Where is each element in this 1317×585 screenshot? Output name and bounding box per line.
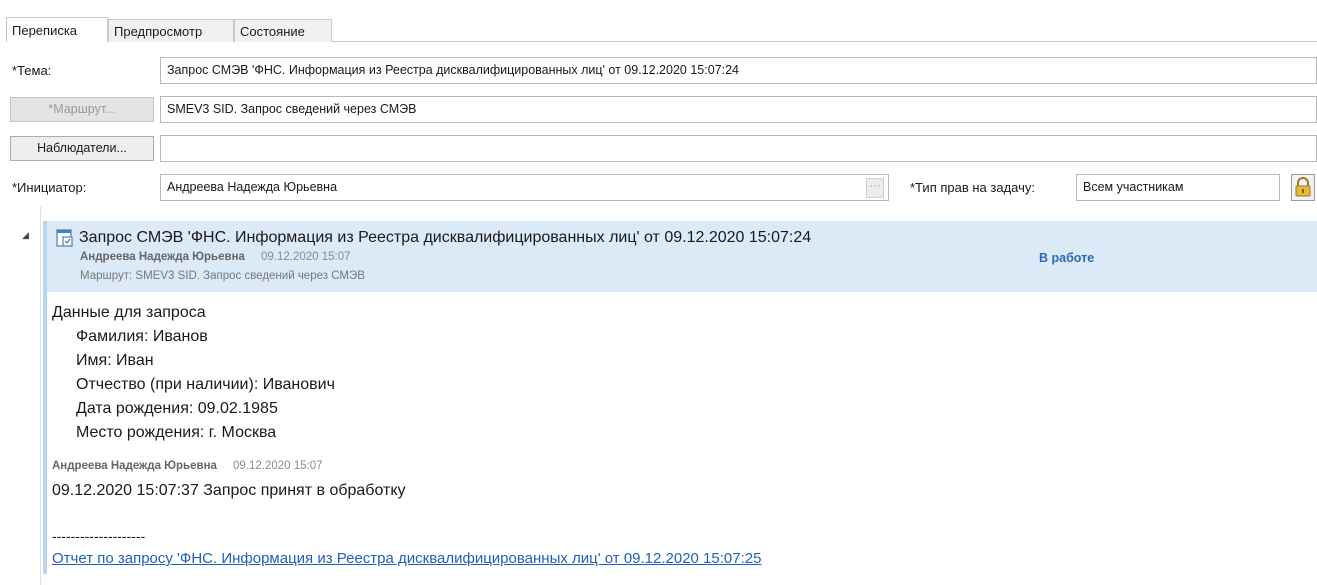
message-date: 09.12.2020 15:07 [261, 251, 351, 263]
route-field[interactable]: SMEV3 SID. Запрос сведений через СМЭВ [160, 96, 1317, 123]
task-icon [55, 228, 75, 248]
collapse-arrow-icon[interactable]: ◢ [22, 230, 29, 241]
reply-separator: -------------------- [52, 528, 146, 544]
subject-label: *Тема: [12, 63, 52, 78]
reply-author: Андреева Надежда Юрьевна [52, 460, 217, 472]
lock-icon [1295, 177, 1311, 197]
subject-field[interactable]: Запрос СМЭВ 'ФНС. Информация из Реестра … [160, 57, 1317, 84]
report-link[interactable]: Отчет по запросу 'ФНС. Информация из Рее… [52, 550, 761, 567]
observers-field[interactable] [160, 135, 1317, 162]
initiator-label: *Инициатор: [12, 180, 87, 195]
route-button[interactable]: *Маршрут... [10, 97, 154, 122]
reply-text: 09.12.2020 15:07:37 Запрос принят в обра… [52, 482, 406, 499]
message-author: Андреева Надежда Юрьевна [80, 251, 245, 263]
rights-field[interactable]: Всем участникам [1076, 174, 1280, 201]
status-label: В работе [1039, 251, 1095, 265]
body-line: Отчество (при наличии): Иванович [76, 376, 335, 393]
reply-date: 09.12.2020 15:07 [233, 460, 323, 472]
body-line: Дата рождения: 09.02.1985 [76, 400, 278, 417]
body-line: Фамилия: Иванов [76, 328, 208, 345]
initiator-picker-button[interactable]: ··· [866, 178, 884, 198]
body-heading: Данные для запроса [52, 304, 206, 321]
message-title: Запрос СМЭВ 'ФНС. Информация из Реестра … [79, 229, 812, 246]
observers-button[interactable]: Наблюдатели... [10, 136, 154, 161]
initiator-field[interactable]: Андреева Надежда Юрьевна [160, 174, 889, 201]
tab-state[interactable]: Состояние [234, 19, 332, 42]
message-route: Маршрут: SMEV3 SID. Запрос сведений чере… [80, 270, 365, 282]
lock-button[interactable] [1291, 174, 1315, 201]
body-line: Имя: Иван [76, 352, 154, 369]
tab-correspondence[interactable]: Переписка [6, 17, 108, 42]
body-line: Место рождения: г. Москва [76, 424, 277, 441]
rights-label: *Тип прав на задачу: [910, 180, 1035, 195]
tab-preview[interactable]: Предпросмотр [108, 19, 234, 42]
